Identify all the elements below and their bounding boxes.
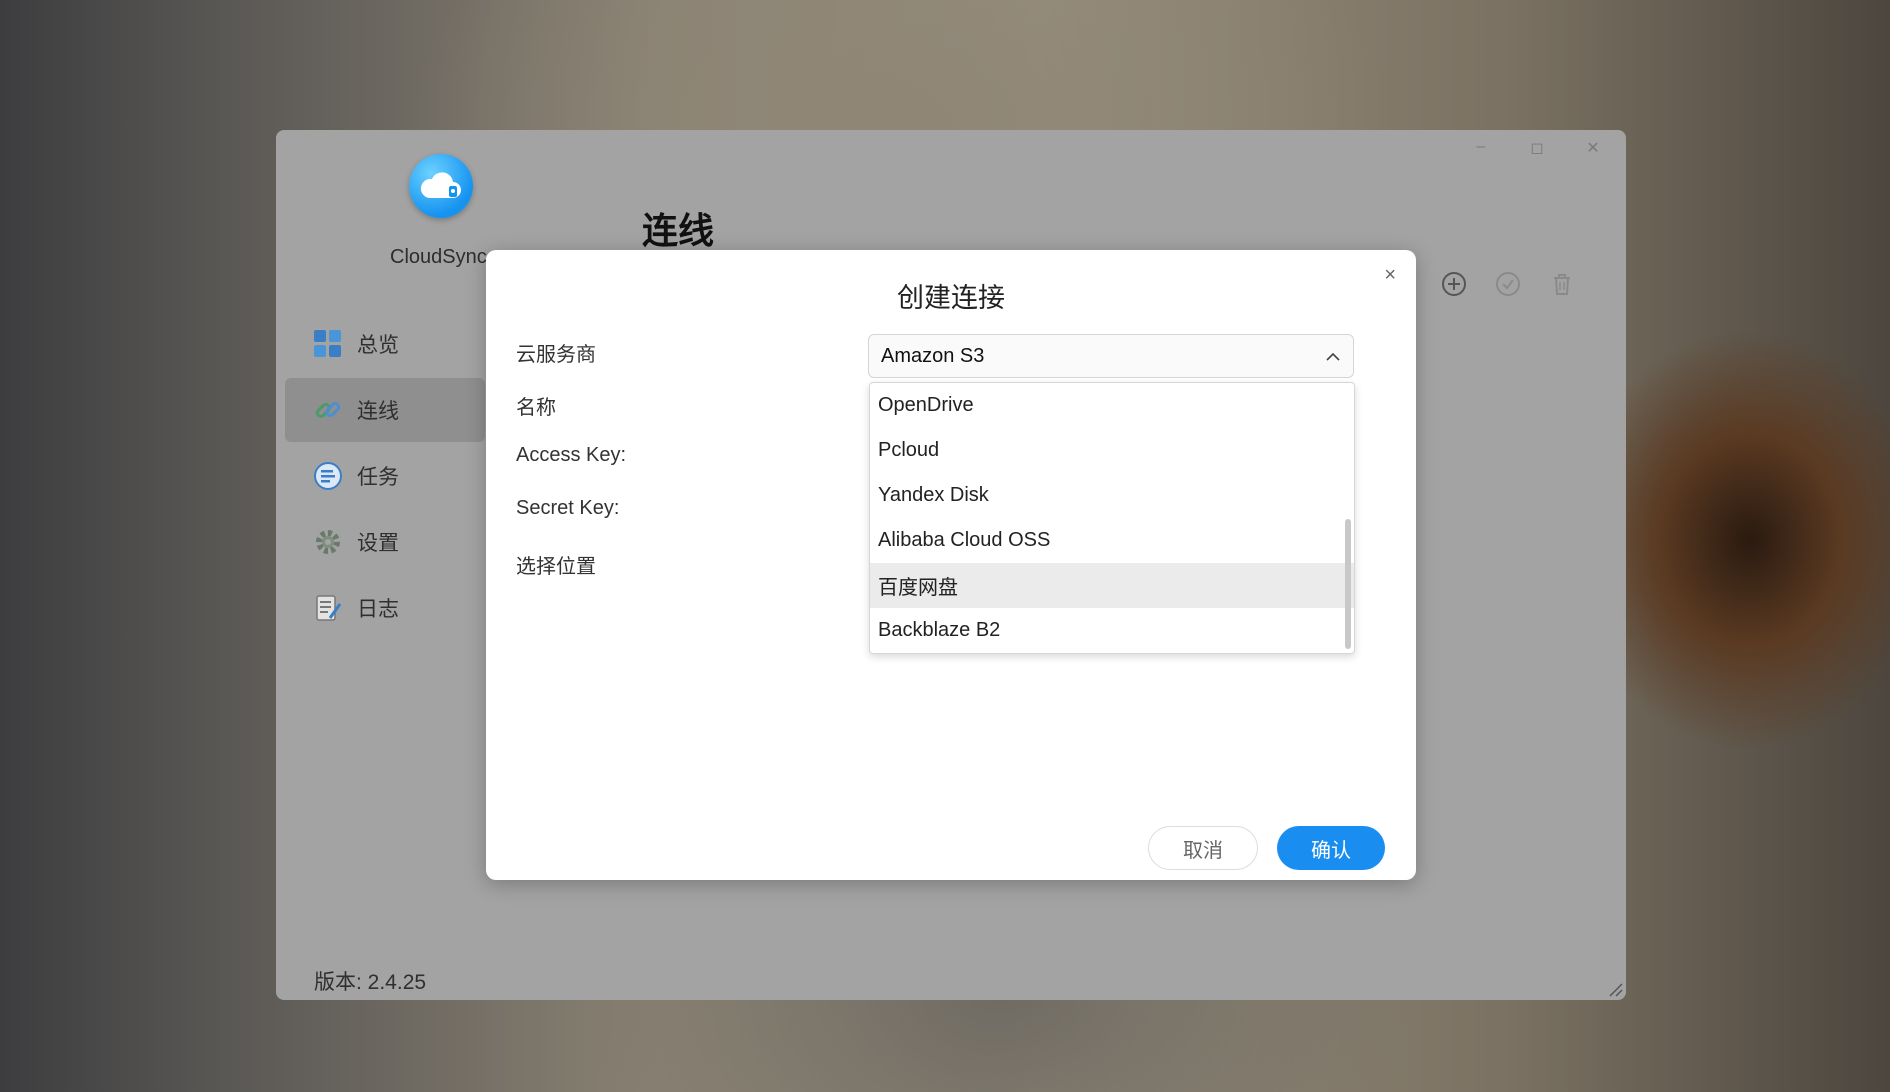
grid-icon xyxy=(313,329,343,359)
provider-select[interactable]: Amazon S3 xyxy=(868,334,1354,378)
trash-icon[interactable] xyxy=(1548,270,1576,298)
sidebar-item-label: 设置 xyxy=(357,532,399,555)
close-icon[interactable]: × xyxy=(1384,264,1396,287)
dropdown-option[interactable]: OpenDrive xyxy=(870,383,1354,428)
app-name: CloudSync xyxy=(390,246,487,268)
page-title: 连线 xyxy=(642,210,715,251)
sidebar-item-label: 任务 xyxy=(357,466,399,489)
location-label: 选择位置 xyxy=(516,556,596,578)
sidebar-item-settings[interactable]: 设置 xyxy=(285,510,485,574)
gear-icon xyxy=(313,527,343,557)
dropdown-scrollbar[interactable] xyxy=(1345,519,1351,649)
resize-grip-icon[interactable] xyxy=(1604,978,1624,998)
confirm-button[interactable]: 确认 xyxy=(1277,826,1385,870)
sidebar-item-logs[interactable]: 日志 xyxy=(285,576,485,640)
access-key-label: Access Key: xyxy=(516,444,627,466)
sidebar-item-label: 日志 xyxy=(357,598,399,621)
minimize-button[interactable]: – xyxy=(1472,138,1490,158)
window-controls: – ◻ ✕ xyxy=(1472,138,1602,158)
check-icon[interactable] xyxy=(1494,270,1522,298)
tasks-icon xyxy=(313,461,343,491)
link-icon xyxy=(313,395,343,425)
log-icon xyxy=(313,593,343,623)
dropdown-option[interactable]: Backblaze B2 xyxy=(870,608,1354,653)
dropdown-option[interactable]: Pcloud xyxy=(870,428,1354,473)
maximize-button[interactable]: ◻ xyxy=(1528,138,1546,158)
add-icon[interactable] xyxy=(1440,270,1468,298)
secret-key-label: Secret Key: xyxy=(516,497,620,519)
provider-label: 云服务商 xyxy=(516,344,596,366)
app-logo-icon xyxy=(409,154,473,218)
version-label: 版本: 2.4.25 xyxy=(314,971,427,994)
dialog-title: 创建连接 xyxy=(897,283,1005,313)
sidebar-item-label: 总览 xyxy=(357,334,399,357)
sidebar-item-tasks[interactable]: 任务 xyxy=(285,444,485,508)
sidebar-item-overview[interactable]: 总览 xyxy=(285,312,485,376)
dropdown-option[interactable]: Yandex Disk xyxy=(870,473,1354,518)
sidebar: 总览 连线 任务 设置 日志 xyxy=(285,312,485,642)
close-window-button[interactable]: ✕ xyxy=(1584,138,1602,158)
cancel-button[interactable]: 取消 xyxy=(1148,826,1258,870)
toolbar xyxy=(1440,270,1576,298)
name-label: 名称 xyxy=(516,397,556,419)
chevron-up-icon xyxy=(1325,345,1341,368)
provider-dropdown: OpenDrive Pcloud Yandex Disk Alibaba Clo… xyxy=(869,382,1355,654)
dropdown-option-highlighted[interactable]: 百度网盘 xyxy=(870,563,1354,608)
sidebar-item-label: 连线 xyxy=(357,400,399,423)
sidebar-item-connections[interactable]: 连线 xyxy=(285,378,485,442)
provider-select-value: Amazon S3 xyxy=(881,344,985,367)
create-connection-dialog: 创建连接 × 云服务商 名称 Access Key: Secret Key: 选… xyxy=(486,250,1416,880)
dropdown-option[interactable]: Alibaba Cloud OSS xyxy=(870,518,1354,563)
